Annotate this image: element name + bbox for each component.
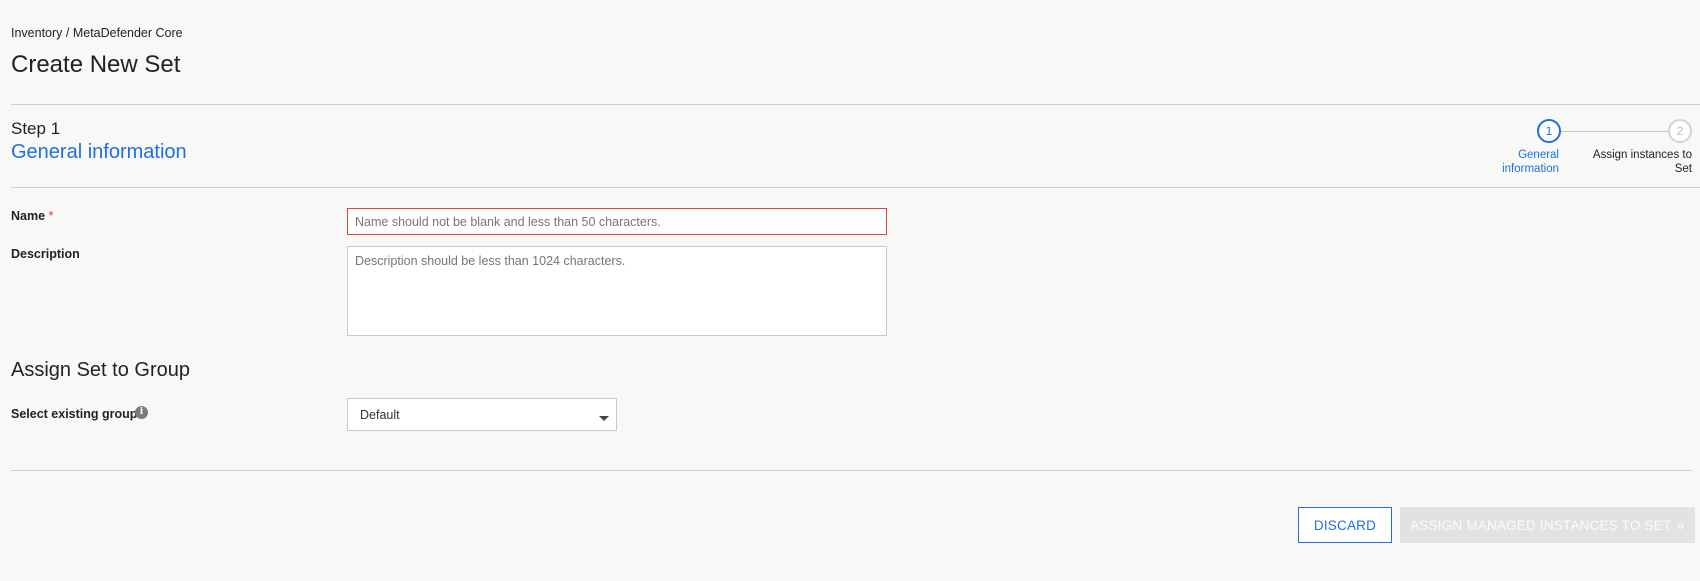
page-title: Create New Set: [11, 51, 181, 78]
discard-button[interactable]: DISCARD: [1298, 507, 1392, 543]
stepper-connector: [1561, 131, 1670, 132]
group-select[interactable]: Default: [347, 398, 617, 431]
select-group-label: Select existing group: [11, 407, 138, 421]
step-number: Step 1: [11, 119, 61, 138]
assign-instances-button[interactable]: ASSIGN MANAGED INSTANCES TO SET »: [1400, 507, 1695, 543]
assign-instances-label: ASSIGN MANAGED INSTANCES TO SET: [1410, 517, 1672, 533]
divider: [11, 470, 1692, 471]
breadcrumb[interactable]: Inventory / MetaDefender Core: [11, 26, 183, 40]
description-textarea[interactable]: [347, 246, 887, 336]
group-select-value: Default: [360, 408, 400, 422]
stepper-step-1-label: General information: [1502, 149, 1559, 175]
name-label: Name *: [11, 209, 53, 223]
divider: [11, 187, 1700, 188]
stepper-step-2-circle: 2: [1668, 119, 1692, 143]
step-title: General information: [11, 141, 187, 163]
stepper-step-1-circle: 1: [1537, 119, 1561, 143]
description-label: Description: [11, 247, 80, 261]
name-input[interactable]: [347, 208, 887, 235]
divider: [11, 104, 1700, 105]
double-chevron-right-icon: »: [1676, 516, 1685, 534]
chevron-down-icon: [599, 416, 609, 421]
assign-group-section-title: Assign Set to Group: [11, 359, 190, 381]
name-label-text: Name: [11, 209, 46, 223]
stepper-step-2-label: Assign instances to Set: [1592, 149, 1692, 175]
required-marker: *: [48, 209, 54, 223]
info-icon[interactable]: i: [135, 406, 148, 419]
